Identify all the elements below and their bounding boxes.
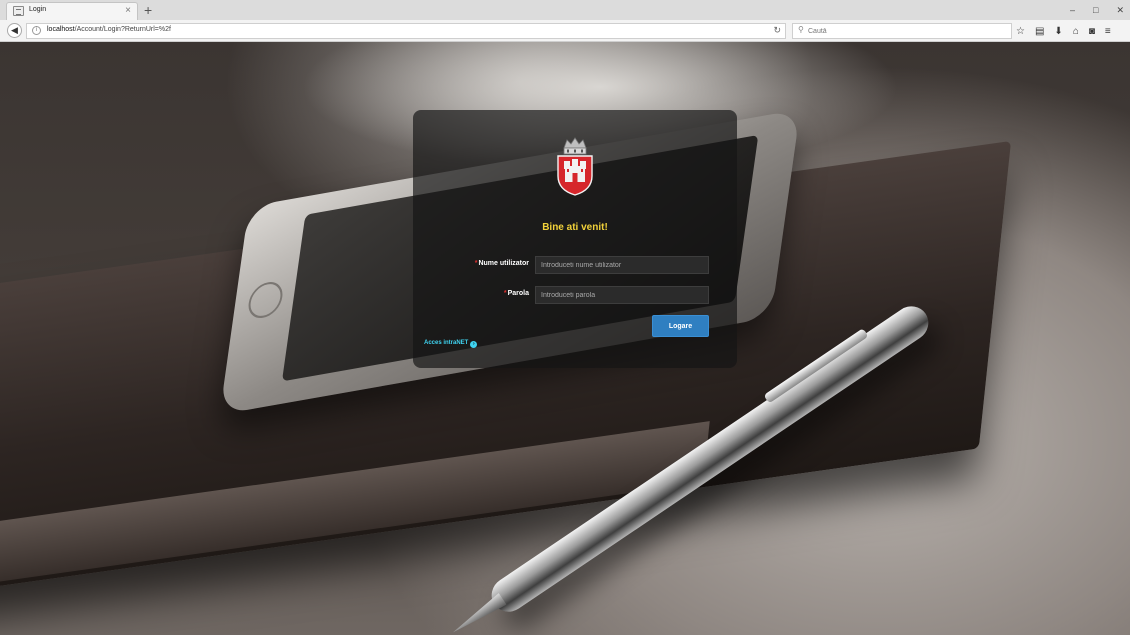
welcome-heading: Bine ati venit!: [542, 222, 608, 233]
page-favicon-icon: [13, 6, 24, 16]
intranet-access-link[interactable]: Acces intraNET ›: [424, 340, 478, 348]
tab-strip: Login × + – □ ✕: [0, 0, 1130, 20]
site-info-icon[interactable]: i: [32, 26, 41, 35]
arrow-circle-icon: ›: [470, 341, 478, 348]
menu-icon[interactable]: ≡: [1105, 26, 1111, 37]
url-path: /Account/Login?ReturnUrl=%2f: [74, 26, 171, 33]
coat-of-arms-icon: [557, 137, 593, 196]
restore-icon[interactable]: □: [1093, 5, 1098, 15]
address-bar[interactable]: i localhost/Account/Login?ReturnUrl=%2f …: [26, 23, 786, 39]
url-text: localhost/Account/Login?ReturnUrl=%2f: [47, 26, 171, 33]
login-button[interactable]: Logare: [652, 315, 709, 337]
username-input[interactable]: [535, 256, 709, 274]
intranet-link-text: Acces intraNET: [424, 340, 469, 346]
password-label: *Parola: [504, 290, 529, 297]
tab-close-icon[interactable]: ×: [125, 4, 131, 18]
url-host: localhost: [47, 26, 75, 33]
tab-title: Login: [29, 6, 47, 13]
search-bar[interactable]: ⚲: [792, 23, 1012, 39]
password-input[interactable]: [535, 286, 709, 304]
required-marker: *: [503, 290, 507, 297]
pocket-icon[interactable]: ◙: [1089, 26, 1095, 37]
window-controls: – □ ✕: [1070, 2, 1124, 18]
username-label: *Nume utilizator: [475, 260, 529, 267]
background-phone-home-button: [246, 279, 285, 321]
password-label-text: Parola: [507, 290, 529, 297]
minimize-icon[interactable]: –: [1070, 5, 1075, 15]
new-tab-button[interactable]: +: [144, 1, 152, 19]
close-window-icon[interactable]: ✕: [1116, 5, 1124, 16]
search-icon: ⚲: [798, 25, 804, 34]
tab-login[interactable]: Login ×: [6, 2, 138, 20]
back-button[interactable]: ◀: [7, 23, 22, 38]
search-input[interactable]: [808, 25, 998, 37]
reload-icon[interactable]: ↻: [773, 25, 781, 36]
background-pen-tip: [449, 593, 507, 635]
login-card: Bine ati venit! *Nume utilizator *Parola…: [413, 110, 737, 368]
reading-list-icon[interactable]: ▤: [1035, 26, 1044, 37]
browser-toolbar-icons: ☆ ▤ ⬇ ⌂ ◙ ≡: [1016, 23, 1111, 39]
download-icon[interactable]: ⬇: [1054, 26, 1062, 37]
home-icon[interactable]: ⌂: [1073, 26, 1079, 37]
star-icon[interactable]: ☆: [1016, 26, 1025, 37]
navigation-toolbar: ◀ i localhost/Account/Login?ReturnUrl=%2…: [0, 20, 1130, 42]
username-label-text: Nume utilizator: [478, 260, 529, 267]
